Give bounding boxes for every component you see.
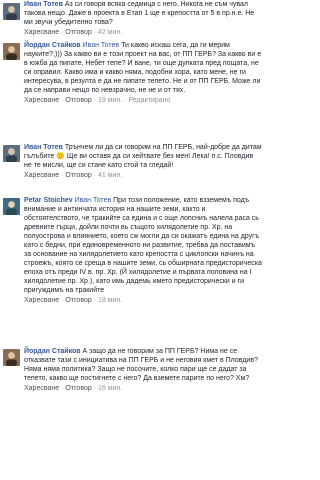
comment-time[interactable]: 19 мин. <box>98 97 122 104</box>
edited-label[interactable]: Редактирано <box>128 97 170 104</box>
avatar-photo-icon <box>3 198 20 215</box>
reply-button[interactable]: Отговор <box>65 97 91 104</box>
reply-button[interactable]: Отговор <box>65 172 91 179</box>
reply-button[interactable]: Отговор <box>65 297 91 304</box>
comment-author[interactable]: Йордан Стайков <box>24 348 81 355</box>
comment-time[interactable]: 42 мин. <box>98 29 122 36</box>
comment: Petar Stoichev Иван Тотев При този полож… <box>0 196 266 346</box>
comment-actions: Харесване · Отговор · 19 мин. · Редактир… <box>24 97 171 104</box>
like-button[interactable]: Харесване <box>24 97 59 104</box>
comment-author[interactable]: Йордан Стайков <box>24 42 81 49</box>
comment: Иван Тотев Трънчем ли да си говорим на П… <box>0 143 266 189</box>
avatar-photo-icon <box>3 43 20 60</box>
comment-time[interactable]: 41 мин. <box>98 172 122 179</box>
avatar[interactable] <box>3 43 20 60</box>
like-button[interactable]: Харесване <box>24 297 59 304</box>
avatar[interactable] <box>3 349 20 366</box>
comment-time[interactable]: 16 мин. <box>98 385 122 392</box>
comment-author[interactable]: Petar Stoichev <box>24 197 73 204</box>
comment-time[interactable]: 18 мин. <box>98 297 122 304</box>
avatar[interactable] <box>3 3 20 20</box>
comment-actions: Харесване · Отговор · 16 мин. <box>24 385 123 392</box>
avatar-photo-icon <box>3 3 20 20</box>
avatar[interactable] <box>3 198 20 215</box>
comment-author[interactable]: Иван Тотев <box>24 1 63 8</box>
comment-text: При този положение, като взземемъ подъ в… <box>24 197 262 294</box>
comment-actions: Харесване · Отговор · 41 мин. <box>24 172 123 179</box>
comment: Йордан Стайков Иван Тотев Ти какво искаш… <box>0 41 266 120</box>
reply-button[interactable]: Отговор <box>65 29 91 36</box>
avatar-photo-icon <box>3 349 20 366</box>
comment-text: Ти какво искаш сега, да ги мерим науките… <box>24 42 262 94</box>
reply-button[interactable]: Отговор <box>65 385 91 392</box>
like-button[interactable]: Харесване <box>24 29 59 36</box>
comment: Иван Тотев Аз си говоря всяка седмица с … <box>0 0 266 36</box>
reply-mention[interactable]: Иван Тотев <box>75 197 112 204</box>
comment-author[interactable]: Иван Тотев <box>24 144 63 151</box>
comment-actions: Харесване · Отговор · 18 мин. <box>24 297 123 304</box>
avatar[interactable] <box>3 145 20 162</box>
comment: Йордан Стайков А защо да не говорим за П… <box>0 347 266 411</box>
reply-mention[interactable]: Иван Тотев <box>83 42 120 49</box>
avatar-photo-icon <box>3 145 20 162</box>
comment-actions: Харесване · Отговор · 42 мин. <box>24 29 123 36</box>
like-button[interactable]: Харесване <box>24 172 59 179</box>
like-button[interactable]: Харесване <box>24 385 59 392</box>
